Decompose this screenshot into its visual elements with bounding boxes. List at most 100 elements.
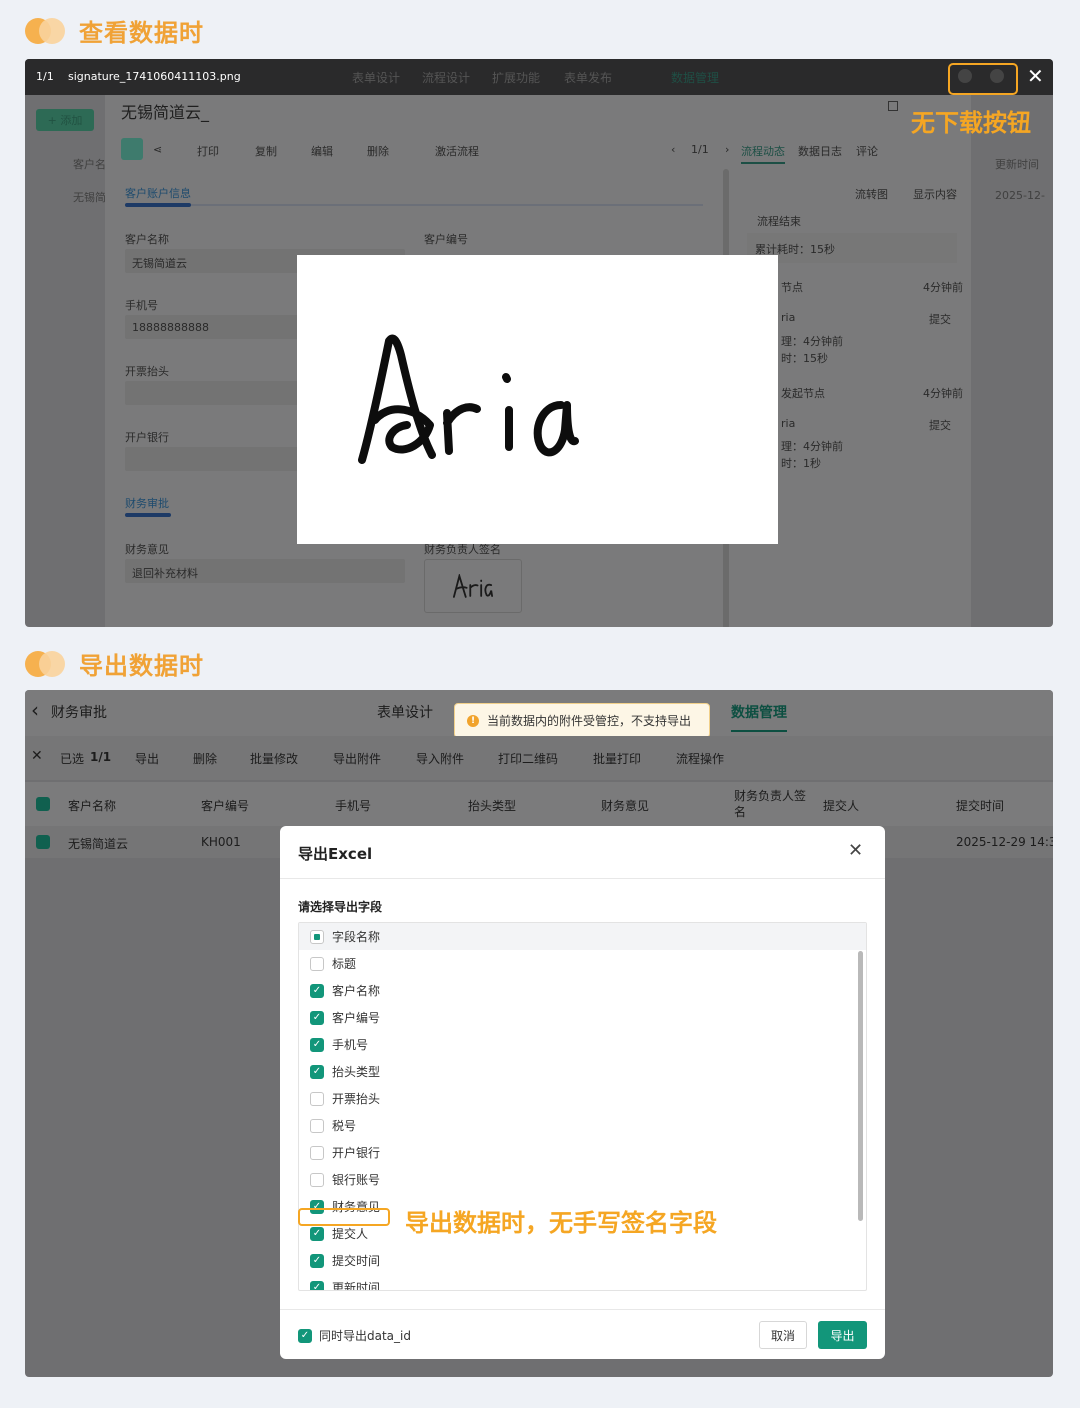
close-icon[interactable]: ✕ [31,748,43,764]
field-option[interactable]: ✓ 更新时间 [299,1274,866,1290]
timeline-duration: 时：1秒 [781,457,821,470]
field-checkbox[interactable] [310,1172,324,1187]
field-option[interactable]: ✓ 客户编号 [299,1004,866,1031]
field-list-header[interactable]: 字段名称 [299,923,866,950]
image-counter: 1/1 [36,70,54,83]
field-option-label: 提交人 [332,1227,369,1241]
flow-operation-button[interactable]: 流程操作 [676,750,724,767]
field-option-label: 税号 [332,1119,357,1133]
tab-data-log[interactable]: 数据日志 [798,143,842,159]
modal-title: 导出Excel [298,845,373,863]
app-title: 财务审批 [51,705,107,721]
tab-flow-status[interactable]: 流程动态 [741,143,785,159]
copy-button[interactable]: 复制 [255,143,277,159]
selected-count: 1/1 [90,750,112,764]
show-content-button[interactable]: 显示内容 [913,186,957,202]
select-all-fields-checkbox[interactable] [310,929,324,944]
field-checkbox[interactable]: ✓ [310,1226,324,1241]
field-checkbox[interactable]: ✓ [310,1037,324,1052]
field-value: 18888888888 [132,321,209,334]
field-option-label: 开票抬头 [332,1092,381,1106]
group-finance: 财务审批 [125,497,169,510]
field-checkbox[interactable] [310,956,324,971]
decor-dots-icon [25,650,65,677]
batch-print-button[interactable]: 批量打印 [593,750,641,767]
column-header: 客户名称 [68,799,117,813]
bg-tab: 流程设计 [422,71,471,85]
signature-thumb-image [453,574,493,598]
field-option[interactable]: ✓ 手机号 [299,1031,866,1058]
field-checkbox[interactable] [310,1118,324,1133]
bg-col-time: 更新时间 [995,158,1039,171]
field-option[interactable]: 标题 [299,950,866,977]
print-button[interactable]: 打印 [197,143,219,159]
column-header: 抬头类型 [468,799,517,813]
activate-flow-button[interactable]: 激活流程 [435,143,479,159]
field-checkbox[interactable]: ✓ [310,1064,324,1079]
timeline-node: 节点 [781,281,803,294]
field-checkbox[interactable] [310,1145,324,1160]
delete-button[interactable]: 删除 [193,750,217,767]
select-all-checkbox[interactable] [36,797,50,811]
flowchart-button[interactable]: 流转图 [855,186,888,202]
highlight-box [298,1208,390,1226]
scrollbar[interactable] [858,951,863,1221]
confirm-export-button[interactable]: 导出 [818,1321,867,1349]
share-icon[interactable]: ⋖ [153,143,162,156]
cancel-button[interactable]: 取消 [759,1321,807,1349]
field-checkbox[interactable]: ✓ [310,1253,324,1268]
comment-icon[interactable] [121,138,143,160]
prev-icon[interactable]: ‹ [671,143,675,156]
export-data-id-option[interactable]: ✓ 同时导出data_id [298,1327,411,1344]
signature-thumbnail[interactable] [424,559,522,613]
column-header: 提交人 [823,799,860,813]
data-id-checkbox[interactable]: ✓ [298,1328,312,1343]
timeline-handle: 理：4分钟前 [781,440,843,453]
edit-button[interactable]: 编辑 [311,143,333,159]
add-button[interactable]: + 添加 [36,109,94,131]
cell-name: 无锡简道云 [68,837,129,851]
row-checkbox[interactable] [36,835,50,849]
field-option-label: 手机号 [332,1038,369,1052]
export-attachment-button[interactable]: 导出附件 [333,750,381,767]
field-label: 开票抬头 [125,365,169,378]
group-underline [125,513,171,517]
delete-button[interactable]: 删除 [367,143,389,159]
field-option[interactable]: 开票抬头 [299,1085,866,1112]
print-qrcode-button[interactable]: 打印二维码 [498,750,558,767]
timeline-end: 流程结束 [757,215,801,228]
section-title: 查看数据时 [79,19,204,47]
back-icon[interactable]: ‹ [31,698,39,722]
batch-edit-button[interactable]: 批量修改 [250,750,298,767]
close-icon[interactable]: ✕ [848,840,863,861]
tab-comment[interactable]: 评论 [856,143,878,159]
decor-dots-icon [25,17,65,44]
export-excel-modal: 导出Excel ✕ 请选择导出字段 字段名称 标题 ✓ 客户名称 ✓ 客户编号 ✓ 手机号 ✓… [280,826,885,1359]
divider [280,1309,885,1310]
fullscreen-icon[interactable] [888,101,898,111]
close-icon[interactable]: ✕ [1027,64,1044,88]
field-option-label: 抬头类型 [332,1065,381,1079]
field-checkbox[interactable] [310,1091,324,1106]
field-checkbox[interactable]: ✓ [310,1280,324,1290]
field-option[interactable]: 税号 [299,1112,866,1139]
next-icon[interactable]: › [725,143,729,156]
field-option[interactable]: ✓ 客户名称 [299,977,866,1004]
import-attachment-button[interactable]: 导入附件 [416,750,464,767]
field-option[interactable]: ✓ 抬头类型 [299,1058,866,1085]
image-filename: signature_1741060411103.png [68,70,241,83]
tab-data-management[interactable]: 数据管理 [731,702,787,722]
pager: 1/1 [691,143,709,156]
field-option[interactable]: 银行账号 [299,1166,866,1193]
image-viewer-topbar: 1/1 signature_1741060411103.png 表单设计 流程设… [25,59,1053,95]
field-checkbox[interactable]: ✓ [310,1010,324,1025]
highlight-box [948,63,1018,95]
warning-text: 当前数据内的附件受管控，不支持导出 [487,714,692,728]
handwritten-signature [358,334,579,464]
field-option[interactable]: 开户银行 [299,1139,866,1166]
field-option[interactable]: ✓ 提交时间 [299,1247,866,1274]
field-checkbox[interactable]: ✓ [310,983,324,998]
export-button[interactable]: 导出 [135,750,159,767]
warning-toast: ! 当前数据内的附件受管控，不支持导出 [454,703,710,738]
tab-form-design[interactable]: 表单设计 [377,702,433,722]
